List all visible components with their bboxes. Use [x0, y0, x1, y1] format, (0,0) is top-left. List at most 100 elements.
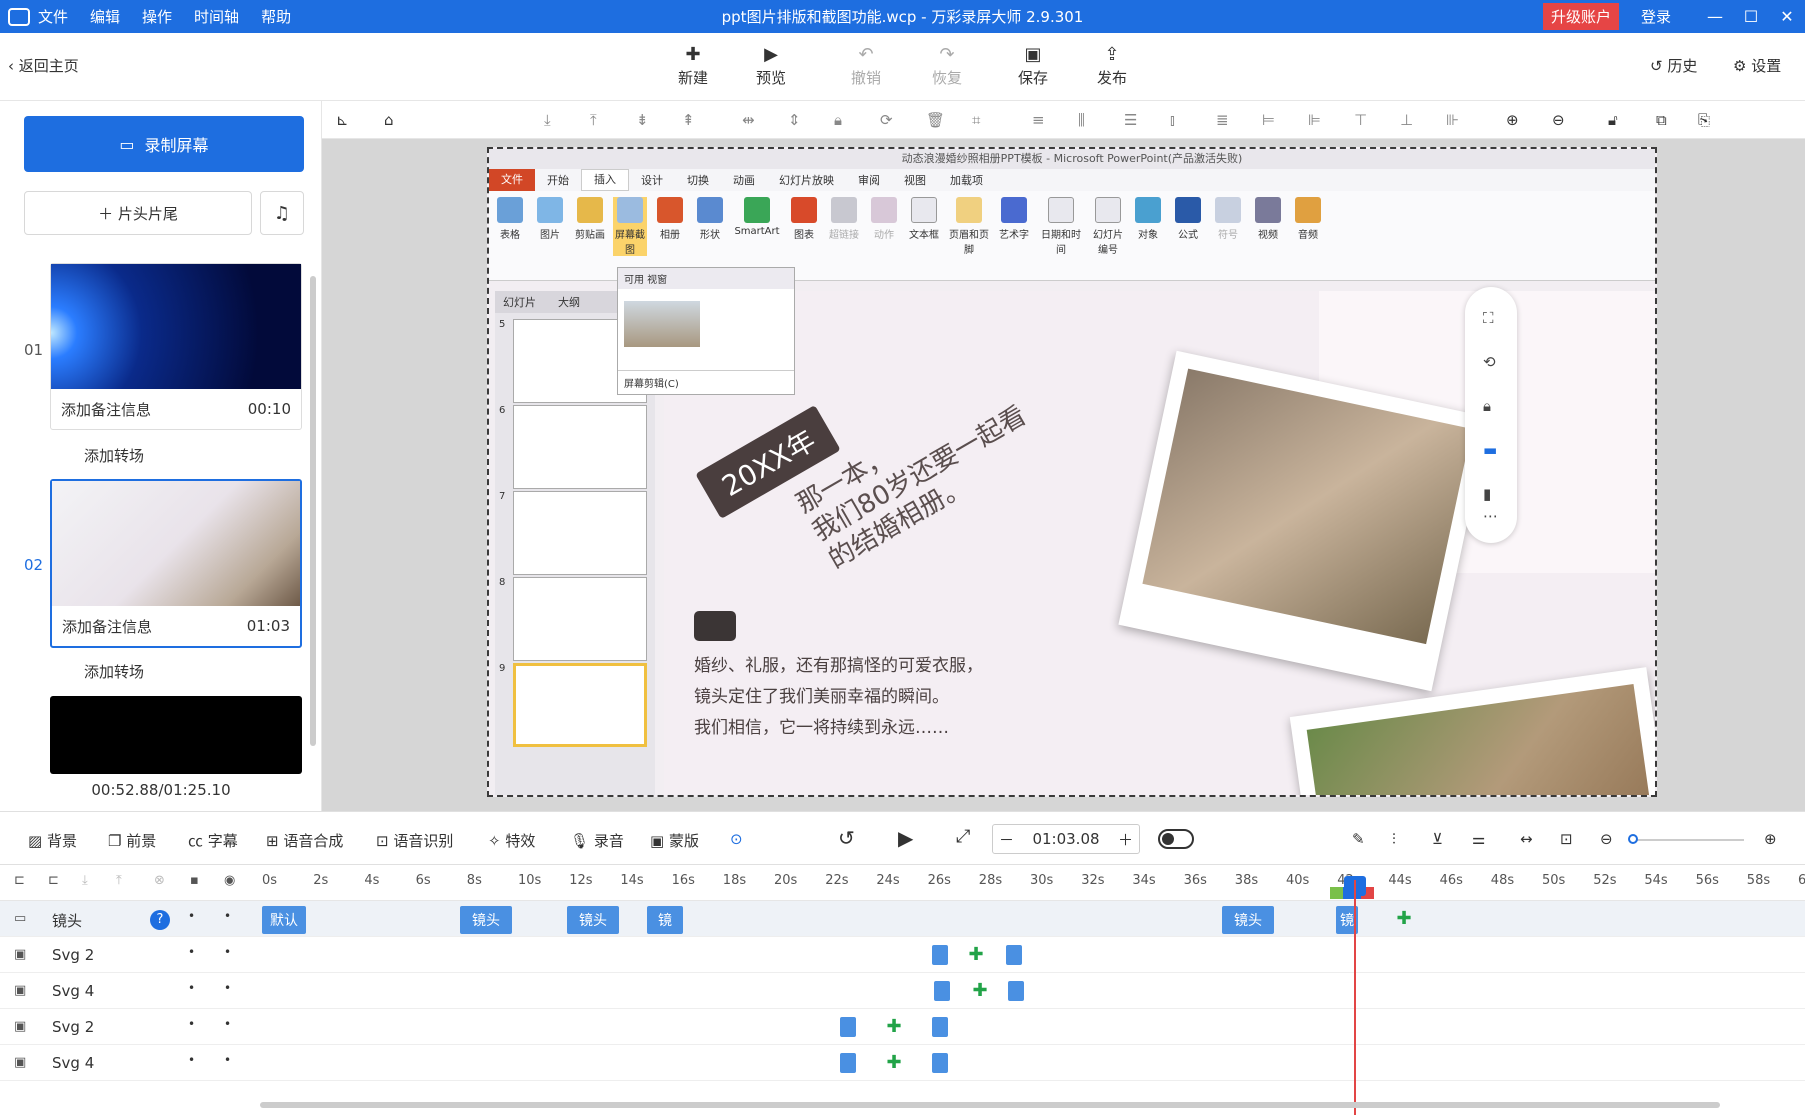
fullscreen-icon[interactable]: ⛶	[1483, 309, 1494, 327]
flip-v-icon[interactable]: ⇕	[788, 111, 801, 129]
camera-clip[interactable]: 镜头	[1222, 906, 1274, 934]
align-right-icon[interactable]: ≣	[1216, 111, 1229, 129]
scene-card-3[interactable]	[50, 696, 302, 774]
camera-clip[interactable]: 镜头	[460, 906, 512, 934]
copy-icon[interactable]: ⧉	[1656, 111, 1667, 129]
login-button[interactable]: 登录	[1641, 6, 1671, 27]
zoom-out-timeline-icon[interactable]: ⊖	[1600, 830, 1613, 848]
zoom-in-icon[interactable]: ⊕	[1506, 111, 1519, 129]
time-decrease-icon[interactable]: －	[999, 829, 1014, 850]
add-keyframe-icon[interactable]: ✚	[884, 1017, 904, 1037]
rotate-icon[interactable]: ⟳	[880, 111, 893, 129]
keyframe[interactable]	[1006, 945, 1022, 965]
space-v-icon[interactable]: ⊥	[1400, 111, 1413, 129]
align-left-icon[interactable]: ≡	[1032, 111, 1045, 129]
add-transition-button[interactable]: 添加转场	[84, 445, 144, 466]
align-top-icon[interactable]: ⤒	[590, 111, 597, 129]
add-folder-icon[interactable]: ⊏	[48, 873, 59, 888]
more-icon[interactable]: ⋯	[1483, 507, 1498, 525]
rotate-screen-icon[interactable]: ⟲	[1483, 353, 1496, 371]
lock-icon[interactable]: 🔒︎	[834, 111, 842, 129]
expand-icon[interactable]: ⤢	[956, 826, 970, 847]
equal-spacing-icon[interactable]: ⊪	[1446, 111, 1459, 129]
crop-icon[interactable]: ⌗	[972, 111, 980, 129]
add-keyframe-icon[interactable]: ✚	[884, 1053, 904, 1073]
asr-button[interactable]: ⊡ 语音识别	[376, 830, 453, 851]
move-up-icon[interactable]: ⇞	[682, 111, 695, 129]
unlock-icon[interactable]: 🔓︎	[1608, 111, 1618, 129]
record-screen-button[interactable]: ▭ 录制屏幕	[24, 116, 304, 172]
minimize-icon[interactable]: —	[1697, 7, 1733, 26]
menu-file[interactable]: 文件	[38, 6, 68, 27]
snap-toggle[interactable]	[1158, 829, 1194, 849]
foreground-button[interactable]: ❐ 前景	[108, 830, 156, 851]
scene-scrollbar[interactable]	[310, 276, 316, 746]
more-tools-icon[interactable]: ⊙	[730, 830, 743, 848]
align-center-icon[interactable]: ☰	[1124, 111, 1137, 129]
effects-button[interactable]: ✧ 特效	[488, 830, 535, 851]
keyframe[interactable]	[934, 981, 950, 1001]
timeline-zoom-slider[interactable]	[1632, 839, 1744, 841]
timeline-ruler[interactable]: ⊏ ⊏ ⤓ ⤒ ⊗ ▪ ◉ 0s 2s 4s 6s 8s 10s 12s 14s 16s 18s 2…	[0, 865, 1805, 901]
redo-button[interactable]: ↷ 恢复	[917, 43, 977, 88]
fit-width-icon[interactable]: ↔	[1520, 830, 1533, 848]
publish-button[interactable]: ⇪ 发布	[1082, 43, 1142, 88]
move-down-icon[interactable]: ⤓	[82, 873, 88, 888]
keyframe[interactable]	[840, 1053, 856, 1073]
paste-icon[interactable]: ⎘	[1698, 111, 1710, 129]
time-increase-icon[interactable]: ＋	[1118, 829, 1133, 850]
zoom-out-icon[interactable]: ⊖	[1552, 111, 1565, 129]
camera-clip[interactable]: 镜头	[567, 906, 619, 934]
lock-icon[interactable]: 🔒︎	[1483, 397, 1491, 415]
maximize-icon[interactable]: ☐	[1733, 7, 1769, 26]
timeline-horizontal-scrollbar[interactable]	[260, 1102, 1720, 1108]
lock-icon[interactable]: ▪	[190, 873, 199, 888]
subtitle-button[interactable]: ㏄ 字幕	[188, 830, 238, 851]
delete-icon[interactable]: 🗑︎	[926, 111, 945, 129]
menu-help[interactable]: 帮助	[261, 6, 291, 27]
background-button[interactable]: ▨ 背景	[28, 830, 77, 851]
help-icon[interactable]: ?	[150, 910, 170, 930]
menu-operate[interactable]: 操作	[142, 6, 172, 27]
history-button[interactable]: ↺ 历史	[1650, 55, 1697, 76]
add-keyframe-icon[interactable]: ✚	[966, 945, 986, 965]
add-keyframe-icon[interactable]: ✚	[970, 981, 990, 1001]
align-bottom-icon[interactable]: ⤓	[544, 111, 551, 129]
flip-h-icon[interactable]: ⇹	[742, 111, 755, 129]
add-transition-button[interactable]: 添加转场	[84, 661, 144, 682]
zoom-in-timeline-icon[interactable]: ⊕	[1764, 830, 1777, 848]
ruler-icon[interactable]: ⊾	[336, 111, 349, 129]
folder-icon[interactable]: ⊏	[14, 873, 25, 888]
keyframe[interactable]	[932, 1017, 948, 1037]
landscape-screen-icon[interactable]: ▬	[1483, 441, 1497, 459]
scene-card-2[interactable]: 添加备注信息 01:03	[50, 479, 302, 648]
one-to-one-icon[interactable]: ⊡	[1560, 830, 1573, 848]
split-icon[interactable]: ⫶	[1392, 830, 1396, 848]
zoom-slider-handle[interactable]	[1628, 834, 1638, 844]
home-icon[interactable]: ⌂	[384, 111, 394, 129]
keyframe[interactable]	[932, 945, 948, 965]
upgrade-account-button[interactable]: 升级账户	[1542, 3, 1619, 30]
camera-clip[interactable]: 镜	[647, 906, 683, 934]
play-icon[interactable]: ▶	[898, 826, 913, 850]
space-h-icon[interactable]: ⊤	[1354, 111, 1367, 129]
back-home-button[interactable]: ‹ 返回主页	[8, 55, 79, 76]
preview-button[interactable]: ▶ 预览	[741, 43, 801, 88]
close-icon[interactable]: ✕	[1769, 7, 1805, 26]
settings-button[interactable]: ⚙ 设置	[1733, 55, 1781, 76]
intro-outro-button[interactable]: ＋ 片头片尾	[24, 191, 252, 235]
tts-button[interactable]: ⊞ 语音合成	[266, 830, 343, 851]
align-middle-icon[interactable]: ⫾	[1170, 111, 1175, 129]
keyframe[interactable]	[840, 1017, 856, 1037]
new-button[interactable]: ✚ 新建	[663, 43, 723, 88]
add-keyframe-icon[interactable]: ✚	[1394, 909, 1414, 929]
save-button[interactable]: ▣ 保存	[1003, 43, 1063, 88]
filter-icon[interactable]: ⊻	[1432, 830, 1443, 848]
scene-card-1[interactable]: 添加备注信息 00:10	[50, 263, 302, 430]
current-time-input[interactable]: － 01:03.08 ＋	[992, 824, 1140, 854]
keyframe[interactable]	[1008, 981, 1024, 1001]
scene-note[interactable]: 添加备注信息	[61, 399, 151, 420]
menu-edit[interactable]: 编辑	[90, 6, 120, 27]
keyframe[interactable]	[932, 1053, 948, 1073]
scene-note[interactable]: 添加备注信息	[62, 616, 152, 637]
